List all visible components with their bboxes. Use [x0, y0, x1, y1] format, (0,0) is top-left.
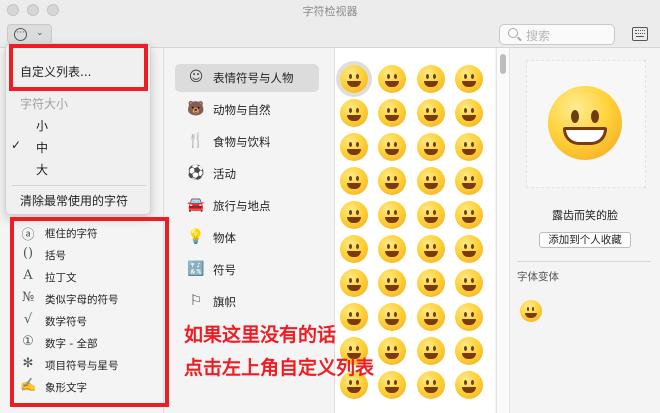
menu-size-medium[interactable]: 中 [36, 139, 48, 156]
emoji-cell[interactable] [340, 303, 368, 331]
emoji-cell[interactable] [378, 133, 406, 161]
emoji-cell[interactable] [417, 303, 445, 331]
category-item[interactable]: ☺ 表情符号与人物 [175, 64, 319, 92]
category-label: 物体 [213, 231, 236, 245]
emoji-cell[interactable] [417, 337, 445, 365]
highlight-box-customize [9, 44, 148, 91]
annotation-line-2: 点击左上角自定义列表 [184, 357, 375, 379]
category-item[interactable]: 💡 物体 [175, 224, 319, 252]
menu-size-small[interactable]: 小 [36, 117, 48, 134]
menu-clear-recent[interactable]: 清除最常使用的字符 [20, 192, 128, 209]
emoji-cell[interactable] [378, 99, 406, 127]
emoji-cell[interactable] [417, 99, 445, 127]
grinning-face-preview [548, 86, 622, 160]
emoji-cell[interactable] [340, 201, 368, 229]
emoji-cell[interactable] [340, 99, 368, 127]
search-field[interactable]: 搜索 [499, 24, 615, 45]
emoji-cell[interactable] [455, 337, 483, 365]
lightbulb-icon: 💡 [187, 229, 205, 245]
add-to-favorites-button[interactable]: 添加到个人收藏 [539, 232, 631, 248]
category-label: 活动 [213, 167, 236, 181]
category-label: 旗帜 [213, 295, 236, 309]
keyboard-viewer-icon[interactable] [632, 27, 648, 41]
category-item[interactable]: ⚽ 活动 [175, 160, 319, 188]
scrollbar-thumb[interactable] [500, 54, 506, 74]
emoji-cell[interactable] [455, 303, 483, 331]
emoji-cell[interactable] [455, 269, 483, 297]
menu-divider [12, 185, 146, 186]
checkmark-icon: ✓ [11, 138, 22, 152]
character-viewer-window: 字符检视器 ··· ⌄ 搜索 ☺ 表情符号与人物 🐻 动物与自然 🍴 食物与饮料 ⚽ 活动 🚘 旅… [0, 0, 660, 413]
emoji-cell[interactable] [455, 133, 483, 161]
category-item[interactable]: ⚐ 旗帜 [175, 288, 319, 316]
emoji-cell[interactable] [455, 235, 483, 263]
category-item[interactable]: 🍴 食物与饮料 [175, 128, 319, 156]
search-icon [508, 28, 518, 38]
emoji-cell[interactable] [417, 269, 445, 297]
emoji-cell[interactable] [417, 371, 445, 399]
emoji-name: 露齿而笑的脸 [552, 209, 618, 222]
emoji-cell[interactable] [455, 65, 483, 93]
emoji-cell[interactable] [378, 269, 406, 297]
highlight-box-list [10, 217, 169, 407]
emoji-cell[interactable] [455, 167, 483, 195]
emoji-cell[interactable] [417, 167, 445, 195]
emoji-grid-scrollbar[interactable] [496, 48, 510, 413]
emoji-cell[interactable] [340, 167, 368, 195]
emoji-cell[interactable] [378, 303, 406, 331]
annotation-line-1: 如果这里没有的话 [184, 324, 337, 346]
emoji-cell[interactable] [340, 269, 368, 297]
emoji-cell[interactable] [378, 337, 406, 365]
bear-icon: 🐻 [187, 101, 205, 117]
emoji-cell[interactable] [340, 65, 368, 93]
window-title: 字符检视器 [302, 5, 358, 18]
symbols-icon: 🔣 [187, 261, 205, 277]
font-variants-title: 字体变体 [517, 271, 559, 283]
more-options-icon: ··· [14, 28, 27, 41]
divider [517, 261, 651, 262]
category-label: 表情符号与人物 [213, 71, 294, 85]
emoji-cell[interactable] [340, 235, 368, 263]
food-icon: 🍴 [187, 133, 205, 149]
emoji-cell[interactable] [455, 371, 483, 399]
emoji-cell[interactable] [455, 99, 483, 127]
car-icon: 🚘 [187, 197, 205, 213]
smiley-icon: ☺ [188, 69, 204, 85]
font-variant-emoji[interactable] [520, 300, 542, 322]
emoji-cell[interactable] [378, 235, 406, 263]
emoji-cell[interactable] [340, 133, 368, 161]
options-menu-button[interactable]: ··· ⌄ [7, 24, 52, 44]
flag-icon: ⚐ [189, 293, 203, 309]
category-item[interactable]: 🐻 动物与自然 [175, 96, 319, 124]
category-item[interactable]: 🚘 旅行与地点 [175, 192, 319, 220]
title-bar: 字符检视器 [0, 0, 660, 20]
ball-icon: ⚽ [187, 165, 205, 181]
chevron-down-icon: ⌄ [36, 28, 44, 38]
emoji-cell[interactable] [417, 65, 445, 93]
emoji-cell[interactable] [378, 65, 406, 93]
emoji-cell[interactable] [378, 167, 406, 195]
emoji-cell[interactable] [455, 201, 483, 229]
menu-size-header: 字符大小 [20, 97, 69, 111]
search-placeholder: 搜索 [526, 29, 551, 43]
category-label: 符号 [213, 263, 236, 277]
category-label: 动物与自然 [213, 103, 271, 117]
category-label: 旅行与地点 [213, 199, 271, 213]
menu-size-large[interactable]: 大 [36, 161, 48, 178]
emoji-cell[interactable] [417, 133, 445, 161]
category-item[interactable]: 🔣 符号 [175, 256, 319, 284]
emoji-cell[interactable] [378, 371, 406, 399]
emoji-cell[interactable] [378, 201, 406, 229]
emoji-cell[interactable] [417, 201, 445, 229]
category-label: 食物与饮料 [213, 135, 271, 149]
emoji-cell[interactable] [417, 235, 445, 263]
